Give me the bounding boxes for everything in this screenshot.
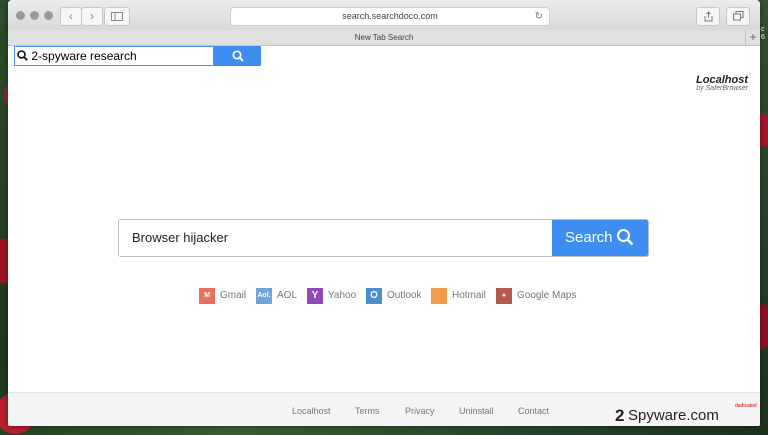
address-bar[interactable]: search.searchdoco.com ↻ <box>230 7 550 26</box>
main-search-button[interactable]: Search <box>552 220 648 256</box>
footer-link-contact[interactable]: Contact <box>518 406 549 416</box>
top-search-input[interactable]: 2-spyware research <box>14 46 214 66</box>
quick-link-label: Yahoo <box>328 290 357 301</box>
search-icon <box>232 50 244 62</box>
forward-arrow-icon: › <box>90 9 94 23</box>
quick-link-label: Google Maps <box>517 290 577 301</box>
footer-link-uninstall[interactable]: Uninstall <box>459 406 494 416</box>
forward-button[interactable]: › <box>81 7 103 26</box>
main-search-input[interactable]: Browser hijacker <box>119 220 548 256</box>
background-window-fragment: c 6 <box>761 26 765 41</box>
share-button[interactable] <box>696 7 720 26</box>
watermark-number: 2 <box>615 406 625 425</box>
zoom-window-button[interactable] <box>44 11 53 20</box>
footer-link-localhost[interactable]: Localhost <box>292 406 331 416</box>
sidebar-icon <box>111 12 123 21</box>
top-search-query: 2-spyware research <box>31 49 137 63</box>
tabs-icon <box>732 11 743 21</box>
browser-window: ‹ › search.searchdoco.com ↻ New Tab Sear… <box>8 0 760 426</box>
gmail-icon: M <box>199 288 215 304</box>
tab-new-tab-search[interactable]: New Tab Search <box>355 33 414 42</box>
search-icon <box>617 229 634 246</box>
quick-link-label: Hotmail <box>452 290 486 301</box>
new-tab-button[interactable]: + <box>745 30 760 45</box>
back-arrow-icon: ‹ <box>69 9 73 23</box>
aol-icon: Aol. <box>256 288 272 304</box>
watermark-tag: dedicated <box>735 403 757 409</box>
minimize-window-button[interactable] <box>30 11 39 20</box>
main-search-button-label: Search <box>565 229 613 246</box>
back-button[interactable]: ‹ <box>60 7 82 26</box>
quick-link-label: Outlook <box>387 290 422 301</box>
footer-link-terms[interactable]: Terms <box>355 406 380 416</box>
plus-icon: + <box>749 30 757 44</box>
outlook-icon: O <box>366 288 382 304</box>
close-window-button[interactable] <box>16 11 25 20</box>
top-search-button[interactable] <box>214 46 261 66</box>
tab-bar: New Tab Search + <box>8 30 760 46</box>
quick-link-label: AOL <box>277 290 298 301</box>
hotmail-icon <box>431 288 447 304</box>
sidebar-button[interactable] <box>104 7 130 26</box>
brand-logo: Localhost by SaferBrowser <box>696 74 748 92</box>
show-tabs-button[interactable] <box>726 7 750 26</box>
search-icon <box>17 50 28 61</box>
footer-link-privacy[interactable]: Privacy <box>405 406 435 416</box>
google-maps-icon: ● <box>496 288 512 304</box>
browser-toolbar: ‹ › search.searchdoco.com ↻ <box>8 0 760 31</box>
address-text: search.searchdoco.com <box>342 11 438 21</box>
main-search-query: Browser hijacker <box>132 230 229 245</box>
yahoo-icon: Y <box>307 288 323 304</box>
quick-link-label: Gmail <box>220 290 247 301</box>
watermark-text: Spyware.com <box>628 407 719 424</box>
main-search-box: Browser hijacker Search <box>118 219 649 257</box>
brand-byline: by SaferBrowser <box>696 85 748 92</box>
reload-icon[interactable]: ↻ <box>535 8 543 25</box>
share-icon <box>704 11 712 22</box>
